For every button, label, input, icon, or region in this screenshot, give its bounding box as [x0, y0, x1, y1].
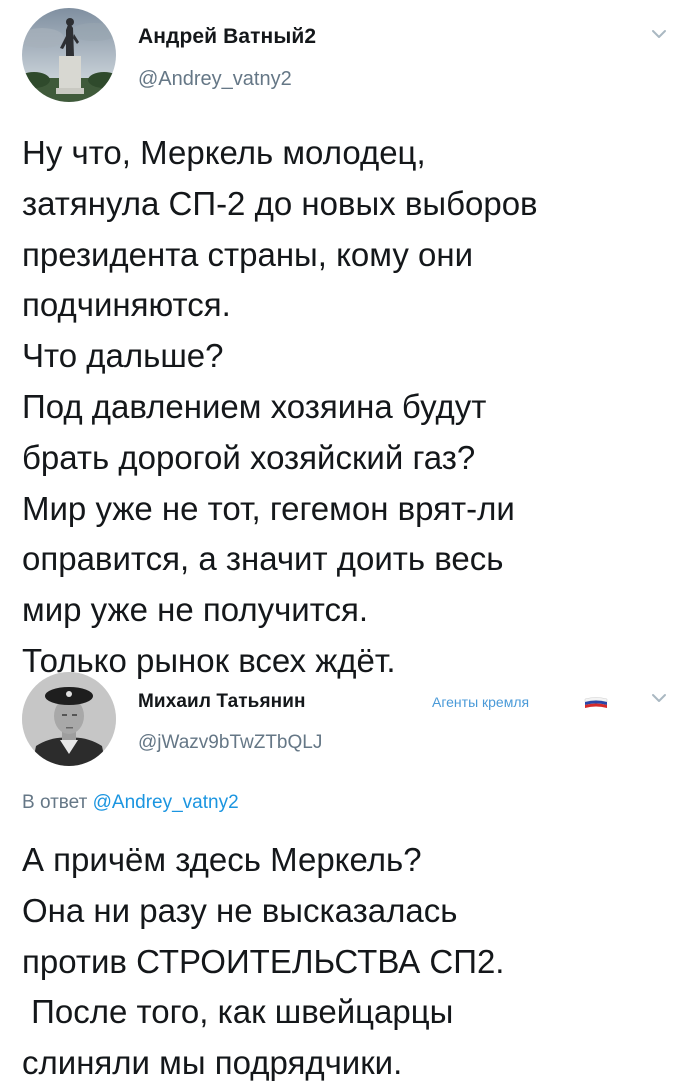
tweet-text-line: президента страны, кому они — [22, 235, 474, 273]
display-name[interactable]: Андрей Ватный2 — [138, 25, 316, 49]
tweet-text-line: А причём здесь Меркель? — [22, 841, 422, 878]
russian-flag-icon — [584, 697, 608, 708]
tweet-text-line: Мир уже не тот, гегемон врят-ли — [22, 489, 515, 527]
tweet-text: Ну что, Меркель молодец, затянула СП-2 д… — [22, 128, 682, 687]
reply-to-link[interactable]: @Andrey_vatny2 — [93, 792, 239, 813]
tweet-text-line: Под давлением хозяина будут — [22, 387, 487, 425]
soldier-portrait-icon — [22, 672, 116, 766]
reply-prefix: В ответ — [22, 792, 88, 813]
tweet-text-line: подчиняются. — [22, 286, 231, 324]
display-name[interactable]: Михаил Татьянин — [138, 691, 306, 713]
monument-photo-icon — [22, 8, 116, 102]
chevron-down-icon[interactable] — [651, 28, 667, 40]
tweet-text-line: оправится, а значит доить весь — [22, 540, 504, 578]
avatar[interactable] — [22, 8, 116, 102]
chevron-down-icon[interactable] — [651, 692, 667, 704]
tweet-text-line: Только рынок всех ждёт. — [22, 641, 396, 679]
reply-context: В ответ @Andrey_vatny2 — [22, 792, 239, 814]
avatar[interactable] — [22, 672, 116, 766]
tweet-text: А причём здесь Меркель? Она ни разу не в… — [22, 835, 682, 1089]
group-label: Агенты кремля — [432, 694, 530, 710]
tweet-text-line: Ну что, Меркель молодец, — [22, 134, 426, 171]
tweet-text-line: слиняли мы подрядчики. — [22, 1044, 403, 1082]
tweet-text-line: брать дорогой хозяйский газ? — [22, 438, 476, 476]
user-handle[interactable]: @Andrey_vatny2 — [138, 68, 292, 91]
tweet-text-line: мир уже не получится. — [22, 591, 369, 629]
tweet-text-line: затянула СП-2 до новых выборов — [22, 184, 538, 222]
user-handle[interactable]: @jWazv9bTwZTbQLJ — [138, 732, 322, 754]
tweet-text-line: Что дальше? — [22, 337, 224, 375]
tweet-text-line: После того, как швейцарцы — [22, 993, 454, 1031]
tweet-text-line: Она ни разу не высказалась — [22, 891, 458, 929]
tweet-text-line: против СТРОИТЕЛЬСТВА СП2. — [22, 942, 505, 980]
